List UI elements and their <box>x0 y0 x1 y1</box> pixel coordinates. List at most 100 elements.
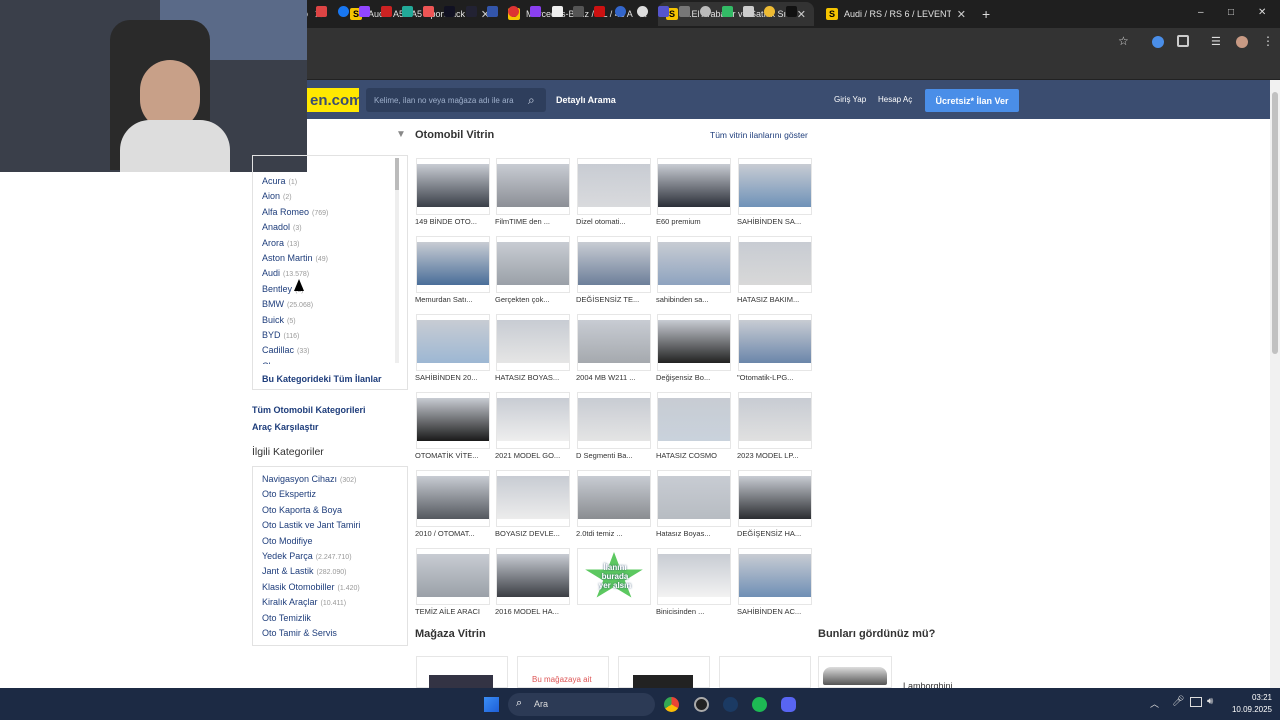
related-category-item[interactable]: Oto Modifiye <box>262 536 316 546</box>
bookmark-icon[interactable] <box>743 6 754 17</box>
clock-date[interactable]: 10.09.2025 <box>1222 705 1272 714</box>
vitrin-card[interactable] <box>738 236 812 293</box>
browser-tab-5[interactable]: S Audi / RS / RS 6 / LEVENT MOT ✕ <box>818 2 974 26</box>
related-category-item[interactable]: Oto Ekspertiz <box>262 489 319 499</box>
vitrin-card[interactable] <box>738 548 812 605</box>
vitrin-card[interactable] <box>496 470 570 527</box>
vitrin-card[interactable] <box>738 158 812 215</box>
vitrin-caption[interactable]: HATASIZ BOYAS... <box>495 373 575 382</box>
vitrin-caption[interactable]: 2016 MODEL HA... <box>495 607 575 616</box>
brand-item[interactable]: Arora (13) <box>262 238 299 248</box>
vitrin-caption[interactable]: DEĞİŞENSİZ HA... <box>737 529 817 538</box>
store-card[interactable] <box>416 656 508 689</box>
bookmark-icon[interactable] <box>423 6 434 17</box>
all-in-category-link[interactable]: Bu Kategorideki Tüm İlanlar <box>262 374 382 384</box>
brand-item[interactable]: Anadol (3) <box>262 222 302 232</box>
windows-start-icon[interactable] <box>484 697 499 712</box>
vitrin-caption[interactable]: 2021 MODEL GO... <box>495 451 575 460</box>
post-ad-button[interactable]: Ücretsiz* İlan Ver <box>925 89 1019 112</box>
display-icon[interactable] <box>1190 697 1202 707</box>
bookmark-icon[interactable] <box>552 6 563 17</box>
vitrin-card[interactable] <box>657 158 731 215</box>
new-tab-button[interactable]: + <box>982 6 990 22</box>
vitrin-card[interactable] <box>577 236 651 293</box>
vitrin-caption[interactable]: 149 BİNDE OTO... <box>415 217 495 226</box>
all-categories-link[interactable]: Tüm Otomobil Kategorileri <box>252 405 366 415</box>
brand-item[interactable]: Aion (2) <box>262 191 292 201</box>
search-icon[interactable]: ⌕ <box>528 93 535 108</box>
vitrin-caption[interactable]: D Segmenti Ba... <box>576 451 656 460</box>
related-category-item[interactable]: Oto Kaporta & Boya <box>262 505 345 515</box>
detailed-search-link[interactable]: Detaylı Arama <box>556 95 616 105</box>
vitrin-card[interactable]: İlanını burada yer alsın <box>577 548 651 605</box>
bookmark-icon[interactable] <box>381 6 392 17</box>
clock-time[interactable]: 03:21 <box>1228 693 1272 702</box>
login-link[interactable]: Giriş Yap <box>834 95 866 104</box>
scrollbar-thumb[interactable] <box>395 158 399 190</box>
vitrin-card[interactable] <box>416 470 490 527</box>
show-all-vitrin-link[interactable]: Tüm vitrin ilanlarını göster <box>710 130 808 140</box>
vitrin-card[interactable] <box>577 314 651 371</box>
related-category-item[interactable]: Oto Lastik ve Jant Tamiri <box>262 520 363 530</box>
vitrin-caption[interactable]: SAHİBİNDEN 20... <box>415 373 495 382</box>
vitrin-caption[interactable]: DEĞİSENSİZ TE... <box>576 295 656 304</box>
vitrin-card[interactable] <box>496 236 570 293</box>
bookmark-icon[interactable] <box>764 6 775 17</box>
bookmark-icon[interactable] <box>573 6 584 17</box>
brand-item[interactable]: Alfa Romeo (769) <box>262 207 328 217</box>
vitrin-card[interactable] <box>738 392 812 449</box>
store-card[interactable] <box>618 656 710 689</box>
vitrin-card[interactable] <box>577 158 651 215</box>
page-scrollbar[interactable] <box>1270 80 1280 688</box>
vitrin-card[interactable] <box>416 236 490 293</box>
vitrin-caption[interactable]: "Otomatik-LPG... <box>737 373 817 382</box>
vitrin-card[interactable] <box>657 548 731 605</box>
bookmark-icon[interactable] <box>786 6 797 17</box>
vitrin-caption[interactable]: 2.0tdi temiz ... <box>576 529 656 538</box>
related-category-item[interactable]: Kiralık Araçlar (10.411) <box>262 597 346 607</box>
store-card[interactable] <box>719 656 811 688</box>
brand-list-scrollbar[interactable] <box>395 158 399 363</box>
bookmark-icon[interactable] <box>316 6 327 17</box>
brand-item[interactable]: Acura (1) <box>262 176 297 186</box>
vitrin-card[interactable] <box>657 236 731 293</box>
vitrin-caption[interactable]: Değişensiz Bo... <box>656 373 736 382</box>
close-icon[interactable]: ✕ <box>957 8 966 21</box>
vitrin-caption[interactable]: 2010 / OTOMAT... <box>415 529 495 538</box>
vitrin-caption[interactable]: SAHİBİNDEN SA... <box>737 217 817 226</box>
bookmark-icon[interactable] <box>700 6 711 17</box>
bookmark-star-icon[interactable]: ☆ <box>1118 34 1129 48</box>
store-card[interactable]: Bu mağazaya ait <box>517 656 609 688</box>
bookmark-icon[interactable] <box>466 6 477 17</box>
search-input[interactable] <box>366 88 546 112</box>
discord-icon[interactable] <box>781 697 796 712</box>
brand-item[interactable]: BMW (25.068) <box>262 299 313 309</box>
bookmark-icon[interactable] <box>615 6 626 17</box>
maximize-button[interactable]: □ <box>1228 7 1234 18</box>
vitrin-card[interactable] <box>496 548 570 605</box>
tray-chevron-icon[interactable]: ︿ <box>1150 697 1159 710</box>
register-link[interactable]: Hesap Aç <box>878 95 912 104</box>
bookmark-icon[interactable] <box>679 6 690 17</box>
volume-icon[interactable]: 🔊︎ <box>1207 696 1213 707</box>
bookmark-icon[interactable] <box>722 6 733 17</box>
related-category-item[interactable]: Yedek Parça (2.247.710) <box>262 551 352 561</box>
avatar[interactable] <box>1236 36 1248 48</box>
brand-item[interactable]: Aston Martin (49) <box>262 253 328 263</box>
related-category-item[interactable]: Oto Tamir & Servis <box>262 628 340 638</box>
related-category-item[interactable]: Klasik Otomobiller (1.420) <box>262 582 360 592</box>
bookmark-icon[interactable] <box>338 6 349 17</box>
vitrin-caption[interactable]: Binicisinden ... <box>656 607 736 616</box>
related-category-item[interactable]: Oto Temizlik <box>262 613 314 623</box>
vitrin-card[interactable] <box>657 314 731 371</box>
vitrin-card[interactable] <box>416 548 490 605</box>
vitrin-card[interactable] <box>496 158 570 215</box>
brand-item[interactable]: Cadillac (33) <box>262 345 309 355</box>
bookmark-icon[interactable] <box>359 6 370 17</box>
microphone-icon[interactable]: 🎤︎ <box>1172 696 1185 707</box>
vitrin-card[interactable] <box>738 314 812 371</box>
bookmark-icon[interactable] <box>487 6 498 17</box>
close-icon[interactable]: ✕ <box>797 8 806 21</box>
vitrin-card[interactable] <box>577 392 651 449</box>
spotify-icon[interactable] <box>752 697 767 712</box>
